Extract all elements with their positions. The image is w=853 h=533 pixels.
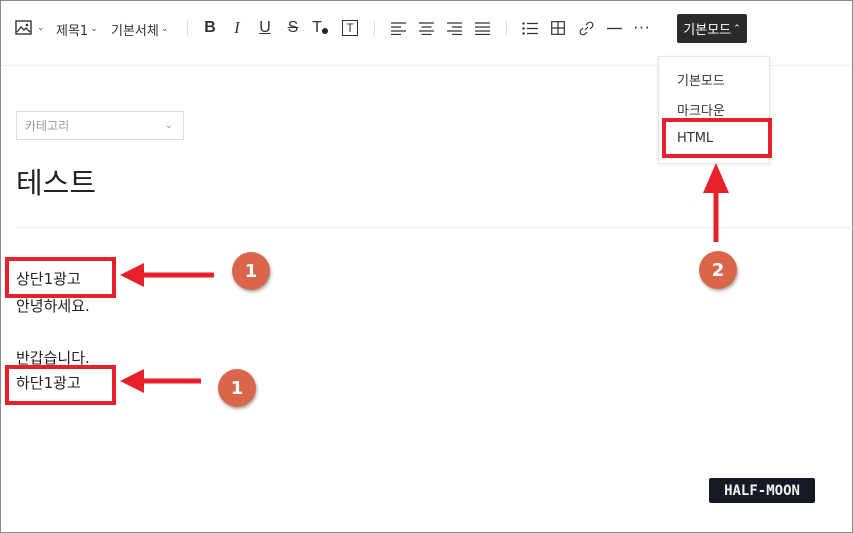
annotation-badge-1: 1: [218, 369, 256, 407]
arrow-to-top-ad: [120, 263, 214, 287]
annotation-badge-2: 2: [699, 251, 737, 289]
annotation-badge-1: 1: [232, 252, 270, 290]
watermark-logo: HALF-MOON: [709, 478, 815, 503]
arrow-to-bottom-ad: [120, 369, 201, 393]
arrow-to-html-option: [703, 163, 729, 242]
